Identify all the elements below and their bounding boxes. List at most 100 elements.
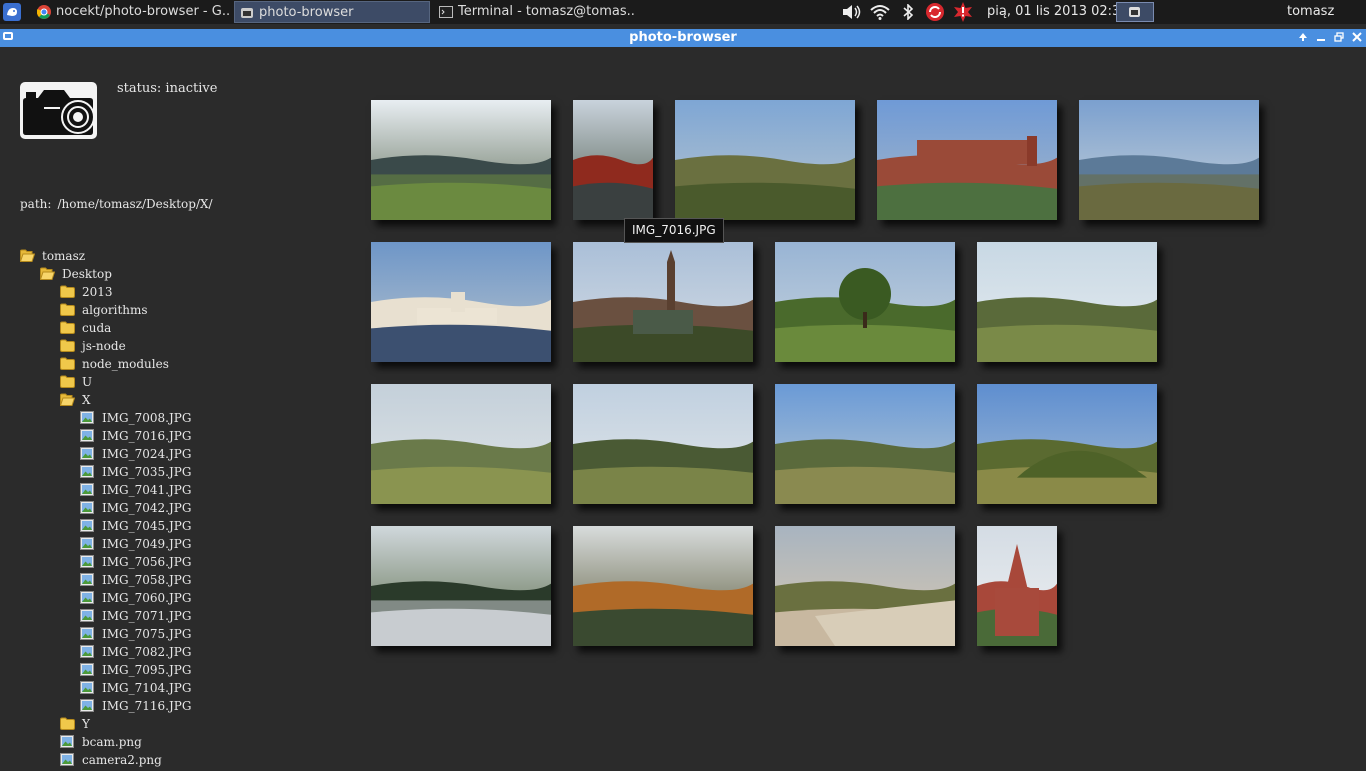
- tree-item-label: IMG_7071.JPG: [102, 609, 192, 623]
- folder-open-icon: [39, 267, 56, 280]
- tree-item-label: cuda: [82, 321, 112, 335]
- image-file-icon: [80, 465, 95, 478]
- app-window-icon: [240, 6, 254, 20]
- window-titlebar[interactable]: photo-browser: [0, 29, 1366, 47]
- tree-item-label: IMG_7082.JPG: [102, 645, 192, 659]
- image-file-icon: [80, 411, 95, 424]
- photo-thumbnail[interactable]: [977, 526, 1057, 646]
- image-file-icon: [80, 663, 95, 676]
- photo-thumbnail[interactable]: [775, 242, 955, 362]
- tree-item-label: node_modules: [82, 357, 169, 371]
- image-file-icon: [60, 753, 75, 766]
- image-file-icon: [80, 699, 95, 712]
- image-file-icon: [80, 429, 95, 442]
- tree-item-label: Desktop: [62, 267, 112, 281]
- tooltip: IMG_7016.JPG: [624, 218, 724, 243]
- tree-item-label: js-node: [82, 339, 126, 353]
- taskbar: nocekt/photo-browser - G... photo-browse…: [0, 0, 1366, 24]
- folder-icon: [60, 339, 75, 352]
- photo-thumbnail[interactable]: [977, 242, 1157, 362]
- tree-item-label: IMG_7058.JPG: [102, 573, 192, 587]
- photo-thumbnail[interactable]: [675, 100, 855, 220]
- tree-item-label: Y: [82, 717, 90, 731]
- tree-item-label: IMG_7116.JPG: [102, 699, 192, 713]
- tree-item-label: IMG_7056.JPG: [102, 555, 192, 569]
- window-title: photo-browser: [629, 30, 737, 45]
- folder-icon: [60, 303, 75, 316]
- tree-item-label: X: [82, 393, 91, 407]
- close-icon[interactable]: [1349, 29, 1365, 47]
- alert-icon[interactable]: [953, 2, 973, 26]
- tree-item-label: IMG_7045.JPG: [102, 519, 192, 533]
- tree-item-label: IMG_7049.JPG: [102, 537, 192, 551]
- tree-item-label: IMG_7075.JPG: [102, 627, 192, 641]
- photo-thumbnail[interactable]: [877, 100, 1057, 220]
- photo-thumbnail[interactable]: [775, 384, 955, 504]
- camera-logo: [20, 82, 97, 139]
- image-file-icon: [80, 627, 95, 640]
- xfce-menu-icon[interactable]: [3, 3, 21, 21]
- tree-item-label: U: [82, 375, 93, 389]
- tree-item-label: IMG_7016.JPG: [102, 429, 192, 443]
- chrome-icon: [36, 5, 51, 19]
- task-terminal[interactable]: Terminal - tomasz@tomas...: [434, 1, 634, 23]
- photo-thumbnail[interactable]: [573, 384, 753, 504]
- folder-open-icon: [59, 393, 76, 406]
- image-file-icon: [80, 519, 95, 532]
- folder-icon: [60, 375, 75, 388]
- path-display: path: /home/tomasz/Desktop/X/: [20, 197, 213, 211]
- tree-item-label: IMG_7035.JPG: [102, 465, 192, 479]
- photo-thumbnail[interactable]: [1079, 100, 1259, 220]
- shade-icon[interactable]: [1295, 29, 1311, 47]
- image-file-icon: [80, 681, 95, 694]
- wifi-icon[interactable]: [870, 4, 890, 28]
- photo-thumbnail[interactable]: [371, 100, 551, 220]
- tree-item-label: algorithms: [82, 303, 148, 317]
- update-icon[interactable]: [926, 3, 944, 27]
- tree-item-label: IMG_7104.JPG: [102, 681, 192, 695]
- photo-thumbnail[interactable]: [371, 526, 551, 646]
- image-file-icon: [80, 537, 95, 550]
- tree-item-label: IMG_7024.JPG: [102, 447, 192, 461]
- photo-thumbnail[interactable]: [371, 242, 551, 362]
- terminal-icon: [439, 5, 453, 19]
- task-chrome[interactable]: nocekt/photo-browser - G...: [32, 1, 230, 23]
- task-photo-browser[interactable]: photo-browser: [234, 1, 430, 23]
- photo-thumbnail[interactable]: [775, 526, 955, 646]
- tree-item-label: IMG_7060.JPG: [102, 591, 192, 605]
- folder-icon: [60, 717, 75, 730]
- maximize-icon[interactable]: [1331, 29, 1347, 47]
- photo-thumbnail[interactable]: [371, 384, 551, 504]
- image-file-icon: [80, 555, 95, 568]
- image-file-icon: [80, 573, 95, 586]
- workspace-switcher[interactable]: [1116, 2, 1154, 22]
- path-value: /home/tomasz/Desktop/X/: [57, 197, 213, 211]
- task-label: photo-browser: [259, 5, 354, 20]
- image-file-icon: [80, 645, 95, 658]
- volume-icon[interactable]: [842, 4, 862, 28]
- image-file-icon: [80, 447, 95, 460]
- user-name[interactable]: tomasz: [1287, 0, 1334, 24]
- task-label: nocekt/photo-browser - G...: [56, 4, 230, 19]
- photo-thumbnail[interactable]: [977, 384, 1157, 504]
- photo-thumbnail[interactable]: [573, 100, 653, 220]
- tree-item-label: IMG_7041.JPG: [102, 483, 192, 497]
- image-file-icon: [80, 501, 95, 514]
- photo-thumbnail[interactable]: [573, 242, 753, 362]
- minimize-icon[interactable]: [1313, 29, 1329, 47]
- task-label: Terminal - tomasz@tomas...: [458, 4, 634, 19]
- bluetooth-icon[interactable]: [902, 3, 914, 28]
- tree-item-label: IMG_7008.JPG: [102, 411, 192, 425]
- image-file-icon: [80, 483, 95, 496]
- folder-open-icon: [19, 249, 36, 262]
- image-file-icon: [80, 609, 95, 622]
- tree-item-label: IMG_7095.JPG: [102, 663, 192, 677]
- tree-item-label: tomasz: [42, 249, 86, 263]
- tree-item-label: IMG_7042.JPG: [102, 501, 192, 515]
- photo-thumbnail[interactable]: [573, 526, 753, 646]
- tree-item-label: camera2.png: [82, 753, 162, 767]
- status-text: status: inactive: [117, 81, 218, 96]
- clock[interactable]: pią, 01 lis 2013 02:38: [987, 0, 1129, 24]
- image-file-icon: [60, 735, 75, 748]
- image-file-icon: [80, 591, 95, 604]
